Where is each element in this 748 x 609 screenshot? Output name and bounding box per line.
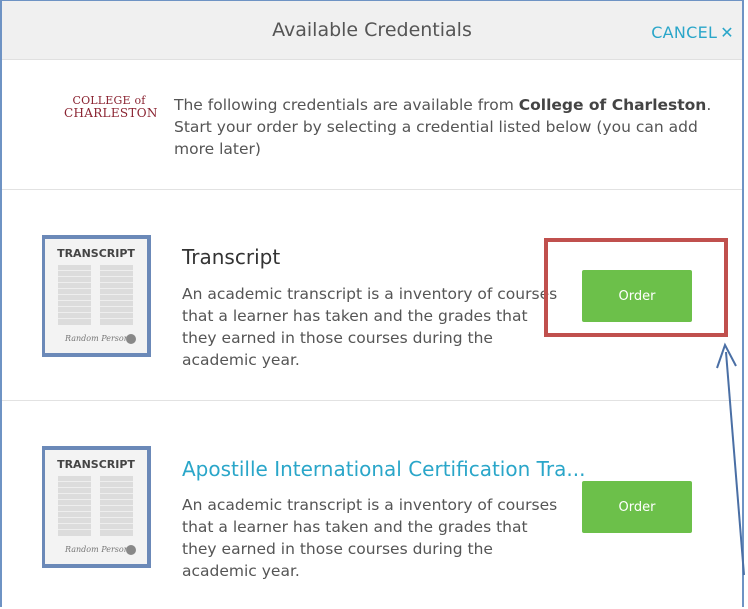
credentials-modal: Available Credentials CANCEL ✕ COLLEGE of… [0,0,744,607]
transcript-thumbnail: TRANSCRIPT Random Person [42,235,151,357]
transcript-thumbnail: TRANSCRIPT Random Person [42,446,151,568]
seal-icon [126,334,136,344]
order-button-apostille[interactable]: Order [582,481,692,533]
modal-header: Available Credentials CANCEL ✕ [2,1,742,60]
order-button-transcript[interactable]: Order [582,270,692,322]
credential-title: Transcript [182,245,281,269]
seal-icon [126,545,136,555]
cancel-button[interactable]: CANCEL ✕ [651,23,734,42]
credential-description: An academic transcript is a inventory of… [182,285,558,369]
intro-section: COLLEGE of CHARLESTON The following cred… [2,59,742,190]
close-icon: ✕ [720,23,734,42]
credential-description: An academic transcript is a inventory of… [182,496,558,580]
cancel-label: CANCEL [651,23,718,42]
credential-item-apostille: TRANSCRIPT Random Person Apostille Inter… [2,401,742,607]
credential-item-transcript: TRANSCRIPT Random Person Transcript An a… [2,190,742,401]
intro-text: The following credentials are available … [174,96,712,158]
modal-title: Available Credentials [272,19,472,41]
credential-title-link[interactable]: Apostille International Certification Tr… [182,457,585,481]
college-logo: COLLEGE of CHARLESTON [64,94,158,120]
institution-name: College of Charleston [518,96,707,114]
